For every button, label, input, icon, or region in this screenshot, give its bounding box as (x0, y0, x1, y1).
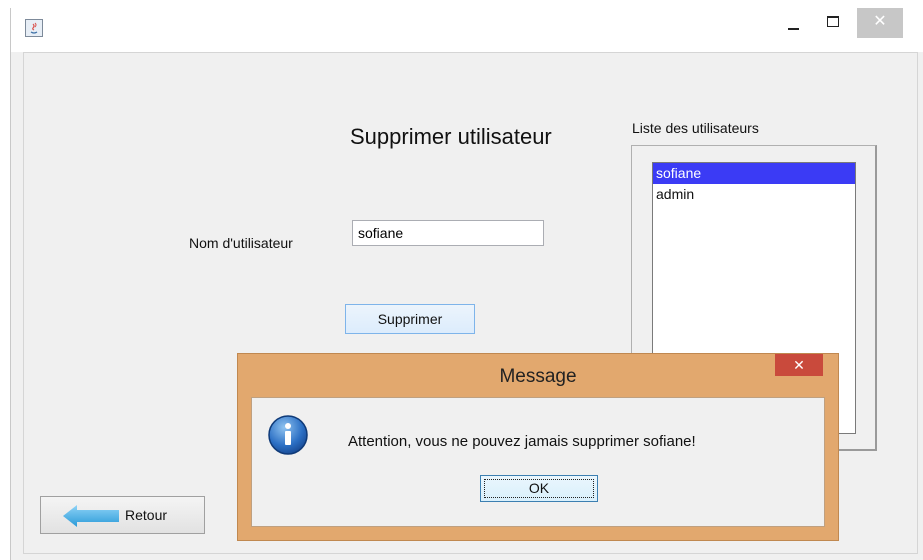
message-dialog: Message ✕ Attention, vous ne pouvez jama… (237, 353, 839, 541)
back-arrow-icon (63, 505, 119, 527)
dialog-message: Attention, vous ne pouvez jamais supprim… (348, 433, 696, 450)
back-button-label: Retour (125, 507, 168, 523)
title-bar: ✕ (11, 8, 923, 52)
back-button[interactable]: Retour (40, 496, 205, 534)
ok-button[interactable]: OK (480, 475, 598, 502)
list-item-sofiane[interactable]: sofiane (653, 163, 855, 184)
delete-button[interactable]: Supprimer (345, 304, 475, 334)
java-app-icon (25, 19, 43, 37)
minimize-button[interactable] (777, 8, 811, 38)
main-window: ✕ Supprimer utilisateur Liste des utilis… (10, 8, 923, 560)
username-input[interactable] (352, 220, 544, 246)
user-list-title: Liste des utilisateurs (632, 120, 759, 136)
username-label: Nom d'utilisateur (189, 235, 293, 251)
info-icon (268, 415, 308, 455)
dialog-title: Message (499, 366, 577, 387)
dialog-close-button[interactable]: ✕ (775, 354, 823, 376)
dialog-body: Attention, vous ne pouvez jamais supprim… (251, 397, 825, 527)
maximize-button[interactable] (816, 8, 850, 38)
page-title: Supprimer utilisateur (350, 124, 552, 149)
close-button[interactable]: ✕ (857, 8, 903, 38)
list-item-admin[interactable]: admin (653, 184, 855, 205)
